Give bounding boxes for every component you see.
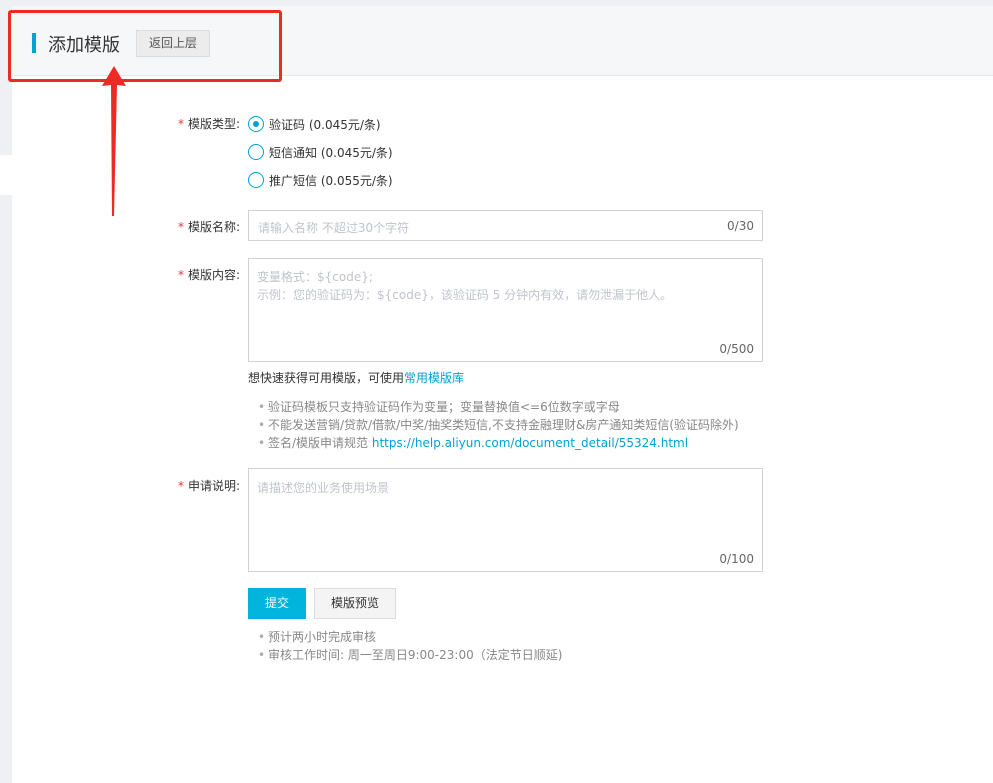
template-content-placeholder-line2: 示例：您的验证码为：${code}，该验证码 5 分钟内有效，请勿泄漏于他人。 — [257, 288, 673, 302]
left-sidebar-strip — [0, 0, 12, 783]
template-rules-list: 验证码模板只支持验证码作为变量；变量替换值<=6位数字或字母 不能发送营销/贷款… — [258, 398, 739, 452]
radio-label: 短信通知 (0.045元/条) — [269, 145, 393, 160]
description-label: * 申请说明: — [178, 479, 241, 493]
description-placeholder: 请描述您的业务使用场景 — [257, 481, 390, 495]
template-content-placeholder-line1: 变量格式：${code}; — [257, 270, 373, 284]
radio-promotion-sms[interactable]: 推广短信 (0.055元/条) — [248, 171, 393, 189]
annotation-box — [8, 10, 282, 82]
radio-sms-notice[interactable]: 短信通知 (0.045元/条) — [248, 143, 393, 161]
template-name-placeholder: 请输入名称 不超过30个字符 — [258, 221, 410, 235]
radio-label: 推广短信 (0.055元/条) — [269, 173, 393, 188]
sidebar-toggle[interactable] — [0, 155, 12, 195]
template-library-link[interactable]: 常用模版库 — [404, 371, 464, 385]
required-mark: * — [178, 220, 184, 234]
list-item: 预计两小时完成审核 — [258, 628, 562, 646]
description-textarea[interactable]: 请描述您的业务使用场景 0/100 — [248, 468, 763, 572]
list-item: 审核工作时间: 周一至周日9:00-23:00（法定节日顺延) — [258, 646, 562, 664]
radio-label: 验证码 (0.045元/条) — [269, 117, 381, 132]
required-mark: * — [178, 268, 184, 282]
required-mark: * — [178, 117, 184, 131]
annotation-arrow — [102, 66, 126, 216]
template-name-counter: 0/30 — [727, 219, 754, 233]
radio-unchecked-icon[interactable] — [248, 144, 264, 160]
radio-checked-icon[interactable] — [248, 116, 264, 132]
template-content-counter: 0/500 — [719, 342, 754, 356]
list-item: 验证码模板只支持验证码作为变量；变量替换值<=6位数字或字母 — [258, 398, 739, 416]
list-item: 签名/模版申请规范 https://help.aliyun.com/docume… — [258, 434, 739, 452]
template-type-label: * 模版类型: — [178, 117, 241, 131]
template-content-textarea[interactable]: 变量格式：${code}; 示例：您的验证码为：${code}，该验证码 5 分… — [248, 258, 763, 362]
page: 添加模版 返回上层 * 模版类型: 验证码 (0.045元/条) 短信通知 (0.… — [0, 0, 993, 783]
template-library-hint: 想快速获得可用模版，可使用常用模版库 — [248, 371, 465, 385]
review-notes-list: 预计两小时完成审核 审核工作时间: 周一至周日9:00-23:00（法定节日顺延… — [258, 628, 562, 664]
template-name-input[interactable]: 请输入名称 不超过30个字符 0/30 — [248, 210, 763, 241]
spec-doc-link[interactable]: https://help.aliyun.com/document_detail/… — [372, 436, 688, 450]
radio-verification-code[interactable]: 验证码 (0.045元/条) — [248, 115, 381, 133]
submit-button[interactable]: 提交 — [248, 588, 306, 619]
template-name-label: * 模版名称: — [178, 220, 241, 234]
radio-unchecked-icon[interactable] — [248, 172, 264, 188]
preview-button[interactable]: 模版预览 — [314, 588, 396, 619]
description-counter: 0/100 — [719, 552, 754, 566]
list-item: 不能发送营销/贷款/借款/中奖/抽奖类短信,不支持金融理财&房产通知类短信(验证… — [258, 416, 739, 434]
template-content-label: * 模版内容: — [178, 268, 241, 282]
required-mark: * — [178, 479, 184, 493]
